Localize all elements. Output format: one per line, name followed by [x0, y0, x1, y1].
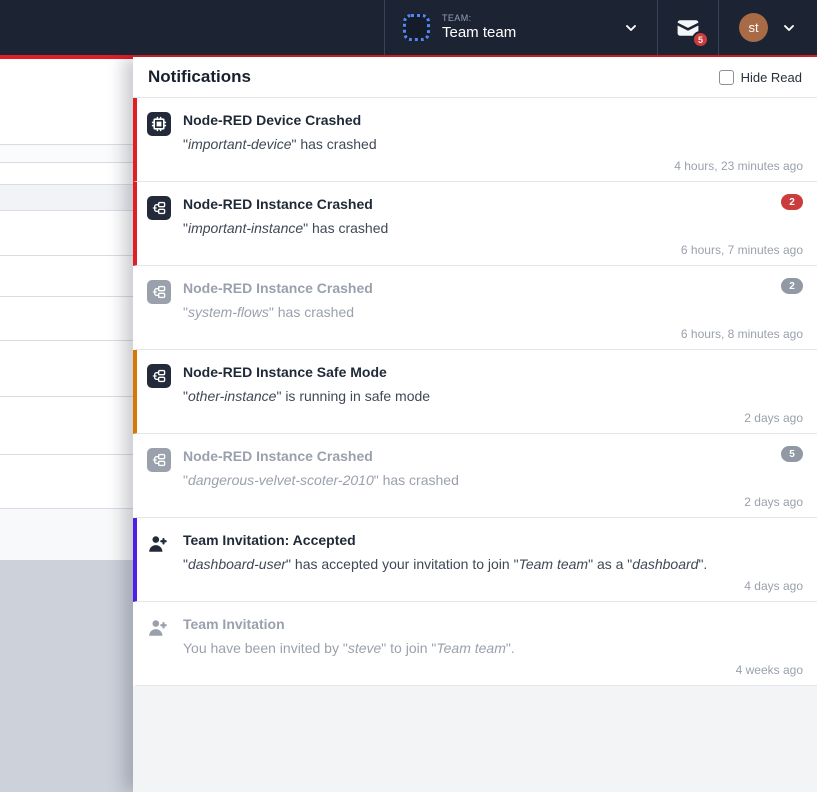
notification-content: Node-RED Instance Crashed "dangerous-vel…: [183, 447, 803, 507]
user-add-icon: [147, 533, 169, 555]
top-navbar: TEAM: Team team 5 st: [0, 0, 817, 55]
notification-timestamp: 4 hours, 23 minutes ago: [674, 159, 803, 173]
notification-count-badge: 5: [781, 446, 803, 462]
chevron-down-icon: [623, 20, 639, 36]
device-icon: [147, 112, 171, 136]
chevron-down-icon: [781, 20, 797, 36]
notifications-inbox-button[interactable]: 5: [657, 0, 718, 55]
notification-item[interactable]: Node-RED Instance Crashed "system-flows"…: [133, 266, 817, 350]
notification-list: Node-RED Device Crashed "important-devic…: [133, 98, 817, 792]
notification-title: Team Invitation: [183, 616, 803, 632]
page-title: Notifications: [148, 67, 251, 87]
notifications-drawer: Notifications Hide Read Node-RED Device …: [133, 57, 817, 792]
instance-icon: [147, 280, 171, 304]
notification-count-badge: 2: [781, 278, 803, 294]
notification-icon-wrap: [147, 111, 173, 171]
notification-item[interactable]: Node-RED Instance Safe Mode "other-insta…: [133, 350, 817, 434]
notification-icon-wrap: [147, 279, 173, 339]
instance-icon: [147, 448, 171, 472]
notification-icon-wrap: [147, 195, 173, 255]
notification-body: "system-flows" has crashed: [183, 304, 803, 320]
notification-item[interactable]: Node-RED Device Crashed "important-devic…: [133, 98, 817, 182]
notification-timestamp: 4 days ago: [744, 579, 803, 593]
notification-item[interactable]: Node-RED Instance Crashed "dangerous-vel…: [133, 434, 817, 518]
notification-item[interactable]: Team Invitation: Accepted "dashboard-use…: [133, 518, 817, 602]
notification-timestamp: 6 hours, 8 minutes ago: [681, 327, 803, 341]
notification-item[interactable]: Node-RED Instance Crashed "important-ins…: [133, 182, 817, 266]
notification-timestamp: 2 days ago: [744, 411, 803, 425]
notification-title: Node-RED Instance Crashed: [183, 448, 803, 464]
notification-title: Node-RED Instance Crashed: [183, 280, 803, 296]
notification-body: "dangerous-velvet-scoter-2010" has crash…: [183, 472, 803, 488]
notification-body: "important-instance" has crashed: [183, 220, 803, 236]
instance-icon: [147, 364, 171, 388]
notification-timestamp: 4 weeks ago: [736, 663, 803, 677]
notification-body: "other-instance" is running in safe mode: [183, 388, 803, 404]
notification-icon-wrap: [147, 531, 173, 591]
instance-icon: [147, 196, 171, 220]
notification-body: You have been invited by "steve" to join…: [183, 640, 803, 656]
notification-content: Team Invitation You have been invited by…: [183, 615, 803, 675]
notification-item[interactable]: Team Invitation You have been invited by…: [133, 602, 817, 686]
notification-count-badge: 2: [781, 194, 803, 210]
notification-title: Node-RED Instance Safe Mode: [183, 364, 803, 380]
notification-content: Node-RED Instance Safe Mode "other-insta…: [183, 363, 803, 423]
user-add-icon: [147, 617, 169, 639]
team-selector[interactable]: TEAM: Team team: [384, 0, 657, 55]
notification-content: Team Invitation: Accepted "dashboard-use…: [183, 531, 803, 591]
notifications-header: Notifications Hide Read: [133, 57, 817, 98]
user-menu[interactable]: st: [718, 0, 817, 55]
hide-read-label: Hide Read: [741, 70, 802, 85]
team-label: TEAM:: [442, 13, 516, 24]
notification-icon-wrap: [147, 615, 173, 675]
notification-title: Node-RED Instance Crashed: [183, 196, 803, 212]
notification-title: Team Invitation: Accepted: [183, 532, 803, 548]
avatar: st: [739, 13, 768, 42]
team-avatar-icon: [403, 14, 430, 41]
notification-icon-wrap: [147, 363, 173, 423]
notification-timestamp: 2 days ago: [744, 495, 803, 509]
hide-read-checkbox[interactable]: [719, 70, 734, 85]
team-name: Team team: [442, 24, 516, 43]
unread-count-badge: 5: [692, 31, 709, 48]
notification-body: "dashboard-user" has accepted your invit…: [183, 556, 803, 572]
hide-read-toggle[interactable]: Hide Read: [719, 70, 802, 85]
notification-title: Node-RED Device Crashed: [183, 112, 803, 128]
notification-timestamp: 6 hours, 7 minutes ago: [681, 243, 803, 257]
notification-body: "important-device" has crashed: [183, 136, 803, 152]
notification-icon-wrap: [147, 447, 173, 507]
team-text: TEAM: Team team: [442, 13, 516, 43]
navbar-spacer: [0, 0, 384, 55]
